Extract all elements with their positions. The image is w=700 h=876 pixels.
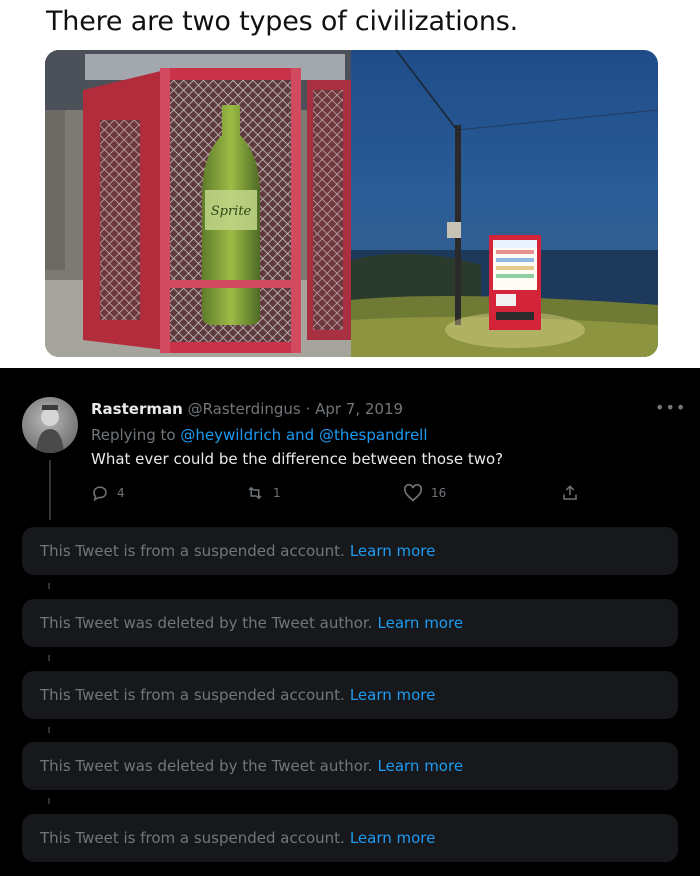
tweet-unavailable-notice: This Tweet was deleted by the Tweet auth… bbox=[22, 742, 678, 790]
thread-connector bbox=[48, 655, 50, 661]
notice-text: This Tweet was deleted by the Tweet auth… bbox=[40, 614, 373, 632]
tweet-unavailable-notice: This Tweet is from a suspended account. … bbox=[22, 527, 678, 575]
thread-connector bbox=[48, 798, 50, 804]
tweet-date[interactable]: Apr 7, 2019 bbox=[315, 400, 403, 418]
thread-connector bbox=[48, 583, 50, 589]
vending-machine-icon bbox=[351, 50, 658, 357]
soda-cage-photo: Sprite bbox=[45, 50, 351, 357]
retweet-icon bbox=[248, 486, 262, 500]
learn-more-link[interactable]: Learn more bbox=[378, 757, 464, 775]
reply-icon bbox=[93, 486, 107, 502]
display-name[interactable]: Rasterman bbox=[91, 400, 183, 418]
share-button[interactable] bbox=[561, 484, 579, 502]
more-horizontal-icon[interactable]: ••• bbox=[655, 398, 686, 417]
soda-cage-icon: Sprite bbox=[45, 50, 351, 357]
tweet-text: What ever could be the difference betwee… bbox=[91, 450, 504, 468]
share-icon bbox=[563, 485, 577, 500]
retweet-count: 1 bbox=[273, 486, 281, 500]
learn-more-link[interactable]: Learn more bbox=[350, 686, 436, 704]
retweet-button[interactable]: 1 bbox=[245, 484, 281, 502]
avatar-portrait-icon bbox=[36, 405, 64, 453]
learn-more-link[interactable]: Learn more bbox=[350, 829, 436, 847]
notice-text: This Tweet is from a suspended account. bbox=[40, 829, 345, 847]
separator: · bbox=[305, 400, 311, 418]
tweet-unavailable-notice: This Tweet is from a suspended account. … bbox=[22, 814, 678, 862]
notice-text: This Tweet is from a suspended account. bbox=[40, 542, 345, 560]
reply-count: 4 bbox=[117, 486, 125, 500]
meme-photo-pair: Sprite bbox=[45, 50, 658, 357]
replying-to: Replying to @heywildrich and @thespandre… bbox=[91, 426, 428, 444]
learn-more-link[interactable]: Learn more bbox=[378, 614, 464, 632]
replying-users[interactable]: @heywildrich and @thespandrell bbox=[180, 426, 427, 444]
bottle-label: Sprite bbox=[211, 204, 252, 219]
tweet-panel: Rasterman @Rasterdingus · Apr 7, 2019 ••… bbox=[0, 368, 700, 876]
notice-text: This Tweet is from a suspended account. bbox=[40, 686, 345, 704]
tweet-header: Rasterman @Rasterdingus · Apr 7, 2019 bbox=[91, 400, 403, 418]
heart-icon bbox=[403, 484, 423, 502]
user-handle[interactable]: @Rasterdingus bbox=[188, 400, 301, 418]
tweet-actions: 4 1 16 bbox=[0, 484, 700, 506]
replying-prefix: Replying to bbox=[91, 426, 176, 444]
like-button[interactable]: 16 bbox=[403, 484, 446, 502]
vending-machine-photo bbox=[351, 50, 658, 357]
tweet-unavailable-notice: This Tweet is from a suspended account. … bbox=[22, 671, 678, 719]
learn-more-link[interactable]: Learn more bbox=[350, 542, 436, 560]
like-count: 16 bbox=[431, 486, 447, 500]
avatar[interactable] bbox=[22, 397, 78, 453]
meme-caption: There are two types of civilizations. bbox=[46, 6, 519, 37]
thread-connector bbox=[48, 727, 50, 733]
notice-text: This Tweet was deleted by the Tweet auth… bbox=[40, 757, 373, 775]
reply-button[interactable]: 4 bbox=[91, 484, 125, 502]
tweet-unavailable-notice: This Tweet was deleted by the Tweet auth… bbox=[22, 599, 678, 647]
